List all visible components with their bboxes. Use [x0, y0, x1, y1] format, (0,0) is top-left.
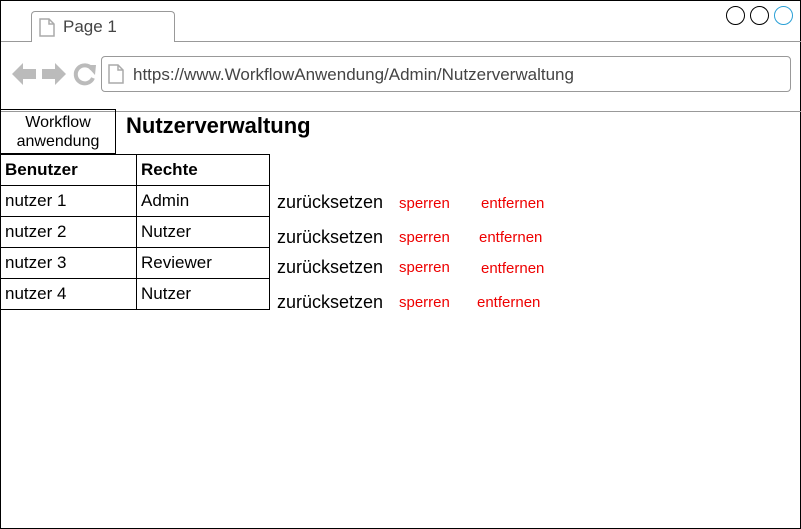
reset-button[interactable]: zurücksetzen	[277, 257, 383, 278]
reload-icon[interactable]	[72, 61, 97, 87]
window-control-icon[interactable]	[726, 6, 745, 25]
table-row: nutzer 1 Admin	[0, 185, 270, 217]
role-cell: Reviewer	[136, 247, 270, 279]
tab-label: Page 1	[63, 17, 117, 36]
user-table: Benutzer Rechte nutzer 1 Admin nutzer 2 …	[0, 154, 270, 310]
reset-button[interactable]: zurücksetzen	[277, 292, 383, 313]
remove-button[interactable]: entfernen	[477, 294, 540, 311]
role-cell: Admin	[136, 185, 270, 217]
remove-button[interactable]: entfernen	[479, 229, 542, 246]
toolbar-divider	[1, 111, 801, 112]
window-control-icon[interactable]	[750, 6, 769, 25]
user-cell: nutzer 3	[0, 247, 137, 279]
user-cell: nutzer 1	[0, 185, 137, 217]
address-bar[interactable]: https://www.WorkflowAnwendung/Admin/Nutz…	[101, 56, 791, 92]
remove-button[interactable]: entfernen	[481, 260, 544, 277]
reset-button[interactable]: zurücksetzen	[277, 227, 383, 248]
role-cell: Nutzer	[136, 278, 270, 310]
table-row: nutzer 4 Nutzer	[0, 278, 270, 310]
column-header-rights: Rechte	[136, 154, 270, 186]
browser-tab[interactable]: Page 1	[31, 11, 175, 41]
lock-button[interactable]: sperren	[399, 259, 450, 276]
page-icon	[39, 18, 55, 37]
table-row: nutzer 3 Reviewer	[0, 247, 270, 279]
column-header-user: Benutzer	[0, 154, 137, 186]
lock-button[interactable]: sperren	[399, 229, 450, 246]
table-header-row: Benutzer Rechte	[0, 154, 270, 186]
back-arrow-icon[interactable]	[11, 61, 37, 87]
url-text: https://www.WorkflowAnwendung/Admin/Nutz…	[133, 65, 574, 84]
lock-button[interactable]: sperren	[399, 294, 450, 311]
page-icon	[108, 64, 124, 84]
app-logo[interactable]: Workflow anwendung	[0, 109, 116, 154]
role-cell: Nutzer	[136, 216, 270, 248]
lock-button[interactable]: sperren	[399, 195, 450, 212]
page-title: Nutzerverwaltung	[126, 113, 311, 138]
window-control-icon[interactable]	[774, 6, 793, 25]
forward-arrow-icon[interactable]	[41, 61, 67, 87]
table-row: nutzer 2 Nutzer	[0, 216, 270, 248]
remove-button[interactable]: entfernen	[481, 195, 544, 212]
reset-button[interactable]: zurücksetzen	[277, 192, 383, 213]
user-cell: nutzer 4	[0, 278, 137, 310]
user-cell: nutzer 2	[0, 216, 137, 248]
